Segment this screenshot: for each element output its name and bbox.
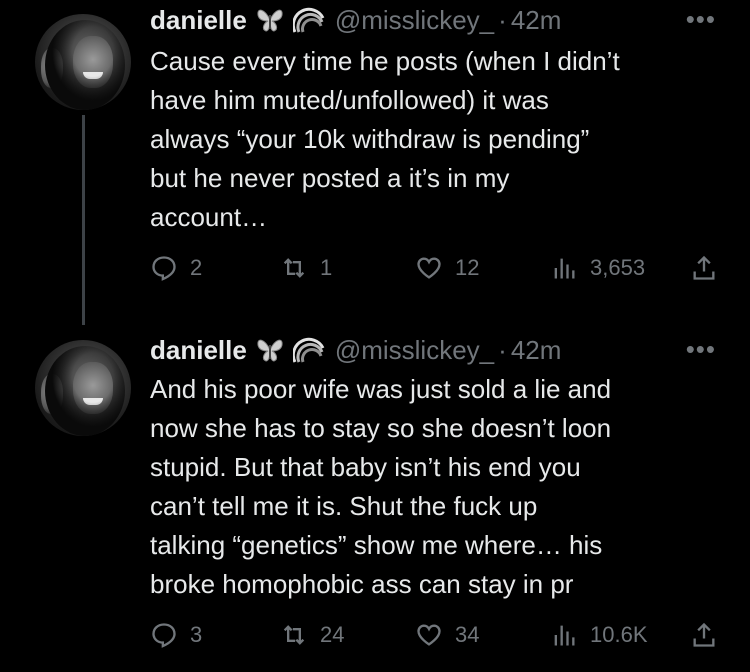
tweet-text: Cause every time he posts (when I didn’t…: [150, 46, 620, 232]
rainbow-icon: [292, 337, 325, 363]
retweet-button[interactable]: 24: [280, 615, 344, 655]
views-button[interactable]: 10.6K: [550, 615, 648, 655]
share-icon: [693, 622, 715, 647]
user-handle[interactable]: @misslickey_: [335, 335, 494, 366]
avatar-hair: [45, 346, 125, 436]
reply-icon: [152, 256, 176, 281]
share-icon: [693, 255, 715, 280]
butterfly-icon: [255, 7, 285, 33]
reply-count: 3: [190, 622, 203, 647]
separator-dot: ·: [498, 334, 507, 365]
tweet-header: danielle @misslickey_ · 42m: [150, 332, 561, 368]
user-handle[interactable]: @misslickey_: [335, 5, 494, 36]
views-count: 10.6K: [590, 622, 648, 647]
reply-button[interactable]: 2: [150, 248, 202, 288]
rainbow-icon: [292, 7, 325, 33]
share-button[interactable]: [690, 615, 718, 655]
timestamp[interactable]: 42m: [511, 335, 562, 366]
retweet-icon: [283, 625, 305, 645]
heart-icon: [417, 257, 441, 279]
retweet-count: 1: [320, 255, 333, 280]
display-name[interactable]: danielle: [150, 5, 247, 36]
retweet-count: 24: [320, 622, 345, 647]
heart-icon: [417, 624, 441, 646]
display-name[interactable]: danielle: [150, 335, 247, 366]
reply-button[interactable]: 3: [150, 615, 202, 655]
views-button[interactable]: 3,653: [550, 248, 645, 288]
tweet[interactable]: danielle @misslickey_ · 42m ••• And his …: [0, 330, 750, 672]
tweet[interactable]: danielle @misslickey_ · 42m ••• Cause ev…: [0, 0, 750, 325]
share-button[interactable]: [690, 248, 718, 288]
reply-icon: [152, 623, 176, 648]
views-icon: [554, 258, 575, 279]
reply-count: 2: [190, 255, 203, 280]
avatar[interactable]: [35, 14, 131, 110]
tweet-actions: 2 1 12 3,653: [150, 248, 730, 288]
avatar[interactable]: [35, 340, 131, 436]
retweet-icon: [283, 258, 305, 278]
avatar-hair: [45, 20, 125, 110]
tweet-actions: 3 24 34 10.6K: [150, 615, 730, 655]
more-options-icon[interactable]: •••: [686, 4, 716, 35]
more-options-icon[interactable]: •••: [686, 334, 716, 365]
thread-connector-line: [82, 115, 85, 325]
like-button[interactable]: 12: [415, 248, 479, 288]
views-count: 3,653: [590, 255, 646, 280]
separator-dot: ·: [498, 4, 507, 35]
like-button[interactable]: 34: [415, 615, 479, 655]
views-icon: [554, 625, 575, 646]
butterfly-icon: [255, 337, 285, 363]
like-count: 12: [455, 255, 480, 280]
tweet-header: danielle @misslickey_ · 42m: [150, 2, 561, 38]
retweet-button[interactable]: 1: [280, 248, 332, 288]
tweet-text: And his poor wife was just sold a lie an…: [150, 374, 612, 599]
timestamp[interactable]: 42m: [511, 5, 562, 36]
like-count: 34: [455, 622, 480, 647]
